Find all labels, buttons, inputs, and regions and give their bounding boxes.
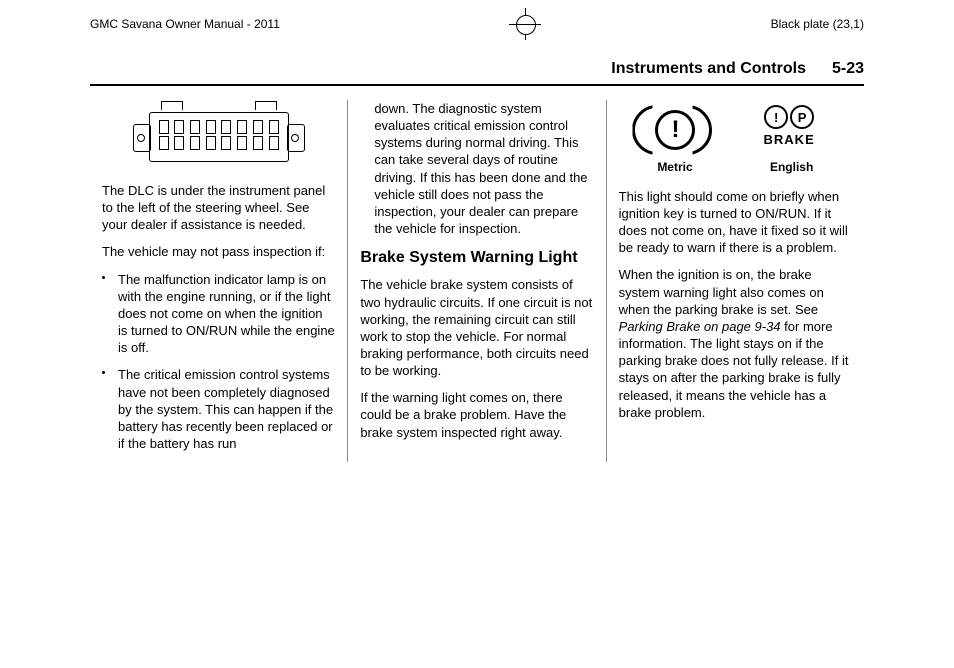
column-3: ! ! P BRAKE Metric English This light sh…	[606, 100, 864, 462]
paragraph: The vehicle may not pass inspection if:	[102, 243, 335, 260]
plate-label: Black plate (23,1)	[771, 17, 864, 31]
heading-brake-system: Brake System Warning Light	[360, 247, 593, 268]
brake-word: BRAKE	[749, 131, 829, 148]
list-item: The malfunction indicator lamp is on wit…	[102, 271, 335, 357]
body-columns: The DLC is under the instrument panel to…	[90, 100, 864, 462]
text: When the ignition is on, the brake syste…	[619, 267, 824, 316]
column-2: down. The diagnostic system evaluates cr…	[347, 100, 605, 462]
crop-mark-right	[914, 318, 946, 350]
dlc-connector-illustration	[129, 104, 309, 166]
paragraph: The vehicle brake system consists of two…	[360, 276, 593, 379]
icon-labels-row: Metric English	[619, 160, 852, 176]
text: for more information. The light stays on…	[619, 319, 849, 420]
paragraph: When the ignition is on, the brake syste…	[619, 266, 852, 420]
list-text: The malfunction indicator lamp is on wit…	[118, 272, 335, 356]
print-header: GMC Savana Owner Manual - 2011 Black pla…	[0, 0, 954, 40]
paragraph-continuation: down. The diagnostic system evaluates cr…	[360, 100, 593, 237]
brake-warning-icon-metric: !	[641, 104, 703, 150]
manual-title: GMC Savana Owner Manual - 2011	[90, 17, 280, 31]
list-text: The critical emission control systems ha…	[118, 367, 333, 451]
label-english: English	[770, 160, 813, 176]
inspection-list: The malfunction indicator lamp is on wit…	[102, 271, 335, 453]
cross-reference: Parking Brake on page 9-34	[619, 319, 781, 334]
paragraph: The DLC is under the instrument panel to…	[102, 182, 335, 233]
page-content: Instruments and Controls 5-23 The DLC	[90, 60, 864, 462]
section-title: Instruments and Controls	[611, 60, 806, 78]
label-metric: Metric	[657, 160, 692, 176]
page-number: 5-23	[832, 60, 864, 78]
crop-mark-bottom	[461, 632, 493, 664]
column-1: The DLC is under the instrument panel to…	[90, 100, 347, 462]
brake-warning-icon-english: ! P BRAKE	[749, 105, 829, 148]
brake-icons-row: ! ! P BRAKE	[619, 104, 852, 150]
crop-mark-left	[8, 318, 40, 350]
paragraph: This light should come on briefly when i…	[619, 188, 852, 257]
list-item: The critical emission control systems ha…	[102, 366, 335, 452]
section-header: Instruments and Controls 5-23	[90, 60, 864, 86]
crop-mark-top	[509, 8, 541, 40]
paragraph: If the warning light comes on, there cou…	[360, 389, 593, 440]
